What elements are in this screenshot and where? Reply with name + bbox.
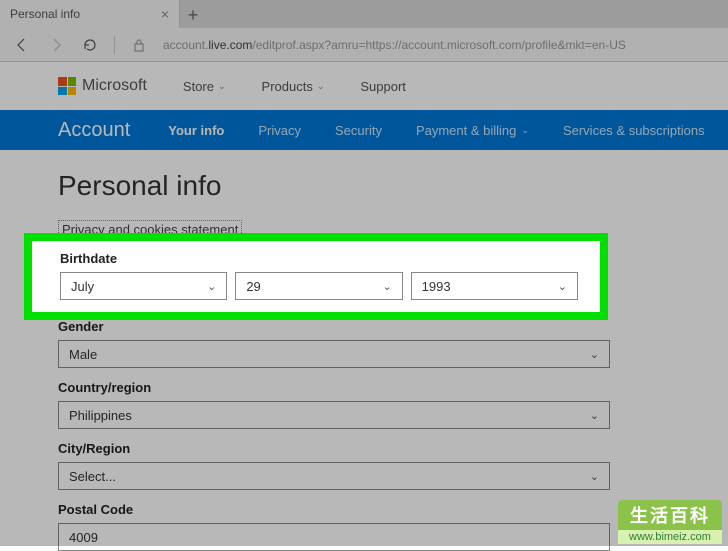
watermark-url: www.bimeiz.com <box>618 530 722 544</box>
chevron-down-icon: ⌄ <box>590 409 599 422</box>
birthdate-highlight: Birthdate July ⌄ 29 ⌄ 1993 ⌄ <box>24 233 608 320</box>
birthdate-month-select[interactable]: July ⌄ <box>60 272 227 300</box>
chevron-down-icon: ⌄ <box>521 125 529 136</box>
microsoft-logo-icon <box>58 77 76 95</box>
url-pre: account. <box>163 38 208 52</box>
chevron-down-icon: ⌄ <box>207 280 216 293</box>
close-tab-icon[interactable]: × <box>161 6 169 22</box>
tab-title: Personal info <box>10 7 80 21</box>
chevron-down-icon: ⌄ <box>558 280 567 293</box>
nav-your-info[interactable]: Your info <box>168 123 224 138</box>
watermark-text: 生活百科 <box>618 500 722 530</box>
watermark: 生活百科 www.bimeiz.com <box>618 500 722 544</box>
chevron-down-icon: ⌄ <box>317 81 325 92</box>
lock-icon <box>129 35 149 55</box>
nav-payment-billing[interactable]: Payment & billing ⌄ <box>416 123 529 138</box>
nav-support[interactable]: Support <box>360 79 406 94</box>
city-field: City/Region Select... ⌄ <box>58 441 670 490</box>
birthdate-day-select[interactable]: 29 ⌄ <box>235 272 402 300</box>
chevron-down-icon: ⌄ <box>218 81 226 92</box>
page-title: Personal info <box>58 170 670 202</box>
postal-input[interactable]: 4009 <box>58 523 610 551</box>
country-value: Philippines <box>69 408 132 423</box>
city-select[interactable]: Select... ⌄ <box>58 462 610 490</box>
birthdate-day-value: 29 <box>246 279 260 294</box>
nav-store[interactable]: Store ⌄ <box>183 79 226 94</box>
postal-label: Postal Code <box>58 502 670 517</box>
chevron-down-icon: ⌄ <box>382 280 391 293</box>
browser-tab[interactable]: Personal info × <box>0 0 180 28</box>
city-value: Select... <box>69 469 116 484</box>
birthdate-month-value: July <box>71 279 94 294</box>
birthdate-label: Birthdate <box>60 251 578 266</box>
new-tab-button[interactable]: + <box>180 2 206 28</box>
content-area: Personal info Privacy and cookies statem… <box>0 150 728 551</box>
refresh-button[interactable] <box>80 35 100 55</box>
ms-header: Microsoft Store ⌄ Products ⌄ Support <box>0 62 728 110</box>
city-label: City/Region <box>58 441 670 456</box>
nav-privacy[interactable]: Privacy <box>258 123 301 138</box>
country-label: Country/region <box>58 380 670 395</box>
country-field: Country/region Philippines ⌄ <box>58 380 670 429</box>
address-bar: account.live.com/editprof.aspx?amru=http… <box>0 28 728 62</box>
microsoft-logo[interactable]: Microsoft <box>58 77 147 95</box>
nav-security[interactable]: Security <box>335 123 382 138</box>
nav-products[interactable]: Products ⌄ <box>262 79 325 94</box>
back-button[interactable] <box>12 35 32 55</box>
account-nav: Account Your info Privacy Security Payme… <box>0 110 728 150</box>
url-text[interactable]: account.live.com/editprof.aspx?amru=http… <box>163 38 626 52</box>
account-nav-title[interactable]: Account <box>58 119 130 142</box>
url-domain: live.com <box>208 38 252 52</box>
birthdate-year-select[interactable]: 1993 ⌄ <box>411 272 578 300</box>
forward-button[interactable] <box>46 35 66 55</box>
gender-field: Gender Male ⌄ <box>58 319 670 368</box>
chevron-down-icon: ⌄ <box>590 470 599 483</box>
microsoft-logo-text: Microsoft <box>82 77 147 95</box>
chevron-down-icon: ⌄ <box>590 348 599 361</box>
postal-value: 4009 <box>69 530 98 545</box>
url-path: /editprof.aspx?amru=https://account.micr… <box>252 38 626 52</box>
gender-select[interactable]: Male ⌄ <box>58 340 610 368</box>
nav-services[interactable]: Services & subscriptions <box>563 123 705 138</box>
gender-value: Male <box>69 347 97 362</box>
birthdate-year-value: 1993 <box>422 279 451 294</box>
browser-tab-strip: Personal info × + <box>0 0 728 28</box>
postal-field: Postal Code 4009 <box>58 502 670 551</box>
gender-label: Gender <box>58 319 670 334</box>
separator <box>114 36 115 54</box>
country-select[interactable]: Philippines ⌄ <box>58 401 610 429</box>
